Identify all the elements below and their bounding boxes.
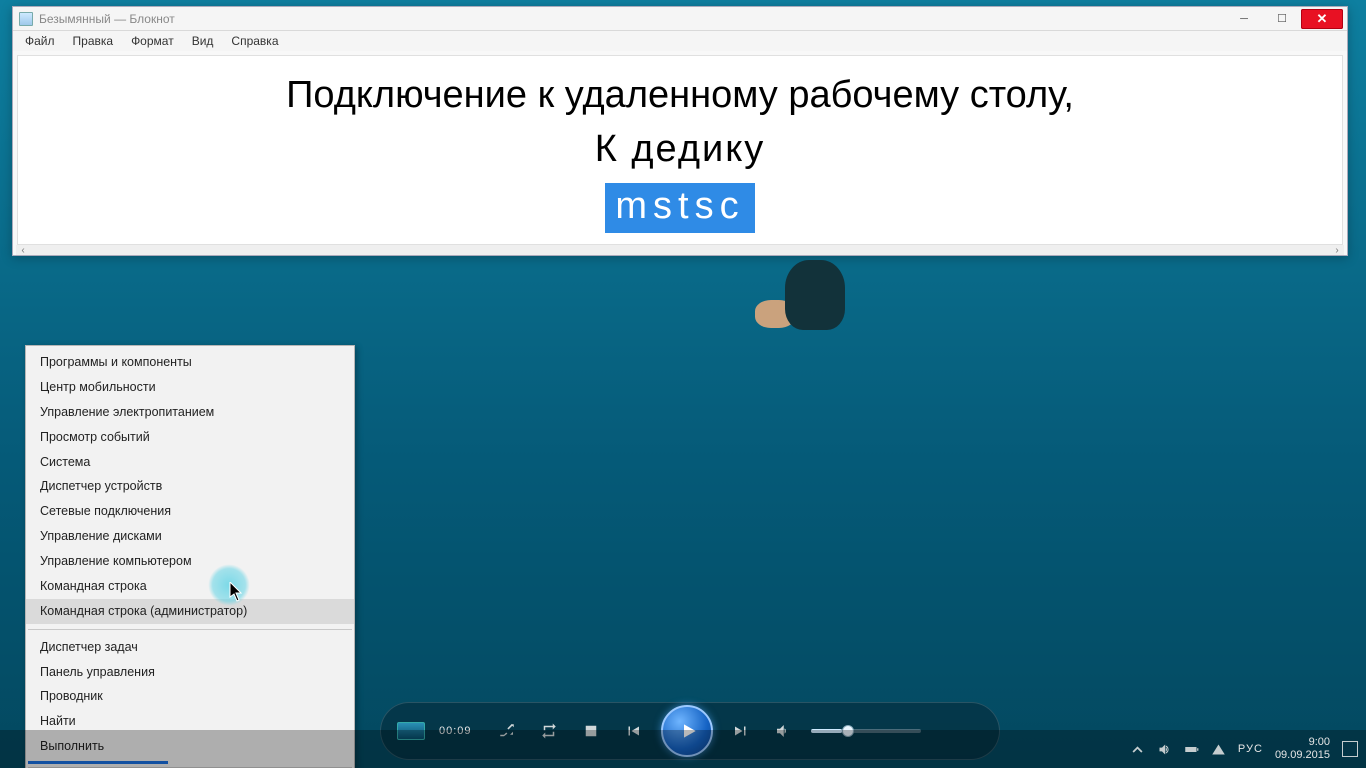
scroll-right-icon[interactable]: › bbox=[1330, 245, 1344, 256]
mi-computer-management[interactable]: Управление компьютером bbox=[26, 549, 354, 574]
tray-volume-icon[interactable] bbox=[1157, 742, 1172, 757]
tray-battery-icon[interactable] bbox=[1184, 742, 1199, 757]
tray-date: 09.09.2015 bbox=[1275, 749, 1330, 762]
mi-mobility-center[interactable]: Центр мобильности bbox=[26, 375, 354, 400]
menu-separator bbox=[28, 629, 352, 630]
wallpaper-swimmer bbox=[755, 260, 875, 370]
mi-task-manager[interactable]: Диспетчер задач bbox=[26, 635, 354, 660]
tray-language[interactable]: РУС bbox=[1238, 743, 1263, 755]
mi-disk-management[interactable]: Управление дисками bbox=[26, 524, 354, 549]
mi-explorer[interactable]: Проводник bbox=[26, 684, 354, 709]
editor-line-1: Подключение к удаленному рабочему столу, bbox=[18, 72, 1342, 120]
mi-programs-features[interactable]: Программы и компоненты bbox=[26, 350, 354, 375]
editor-selection: mstsc bbox=[605, 183, 754, 233]
mi-power-options[interactable]: Управление электропитанием bbox=[26, 400, 354, 425]
notepad-window: Безымянный — Блокнот ─ ☐ ✕ Файл Правка Ф… bbox=[12, 6, 1348, 256]
mi-control-panel[interactable]: Панель управления bbox=[26, 660, 354, 685]
mi-network-connections[interactable]: Сетевые подключения bbox=[26, 499, 354, 524]
system-tray: РУС 9:00 09.09.2015 bbox=[1130, 736, 1358, 761]
menu-view[interactable]: Вид bbox=[186, 32, 220, 50]
tray-time: 9:00 bbox=[1309, 736, 1330, 749]
winx-context-menu: Программы и компоненты Центр мобильности… bbox=[25, 345, 355, 768]
horizontal-scrollbar[interactable]: ‹ › bbox=[16, 245, 1344, 255]
scroll-left-icon[interactable]: ‹ bbox=[16, 245, 30, 256]
mi-event-viewer[interactable]: Просмотр событий bbox=[26, 425, 354, 450]
editor-line-2: К дедику bbox=[18, 126, 1342, 174]
menubar: Файл Правка Формат Вид Справка bbox=[13, 31, 1347, 51]
taskbar: РУС 9:00 09.09.2015 bbox=[0, 730, 1366, 768]
action-center-icon[interactable] bbox=[1342, 741, 1358, 757]
editor-area[interactable]: Подключение к удаленному рабочему столу,… bbox=[17, 55, 1343, 245]
notepad-icon bbox=[19, 12, 33, 26]
minimize-button[interactable]: ─ bbox=[1225, 9, 1263, 29]
close-button[interactable]: ✕ bbox=[1301, 9, 1343, 29]
tray-clock[interactable]: 9:00 09.09.2015 bbox=[1275, 736, 1330, 761]
titlebar[interactable]: Безымянный — Блокнот ─ ☐ ✕ bbox=[13, 7, 1347, 31]
menu-edit[interactable]: Правка bbox=[67, 32, 120, 50]
mi-command-prompt-admin[interactable]: Командная строка (администратор) bbox=[26, 599, 354, 624]
window-title: Безымянный — Блокнот bbox=[39, 12, 175, 26]
tray-network-icon[interactable] bbox=[1211, 742, 1226, 757]
menu-file[interactable]: Файл bbox=[19, 32, 61, 50]
mi-system[interactable]: Система bbox=[26, 450, 354, 475]
maximize-button[interactable]: ☐ bbox=[1263, 9, 1301, 29]
mi-device-manager[interactable]: Диспетчер устройств bbox=[26, 474, 354, 499]
menu-format[interactable]: Формат bbox=[125, 32, 180, 50]
menu-help[interactable]: Справка bbox=[225, 32, 284, 50]
tray-chevron-up-icon[interactable] bbox=[1130, 742, 1145, 757]
mi-command-prompt[interactable]: Командная строка bbox=[26, 574, 354, 599]
